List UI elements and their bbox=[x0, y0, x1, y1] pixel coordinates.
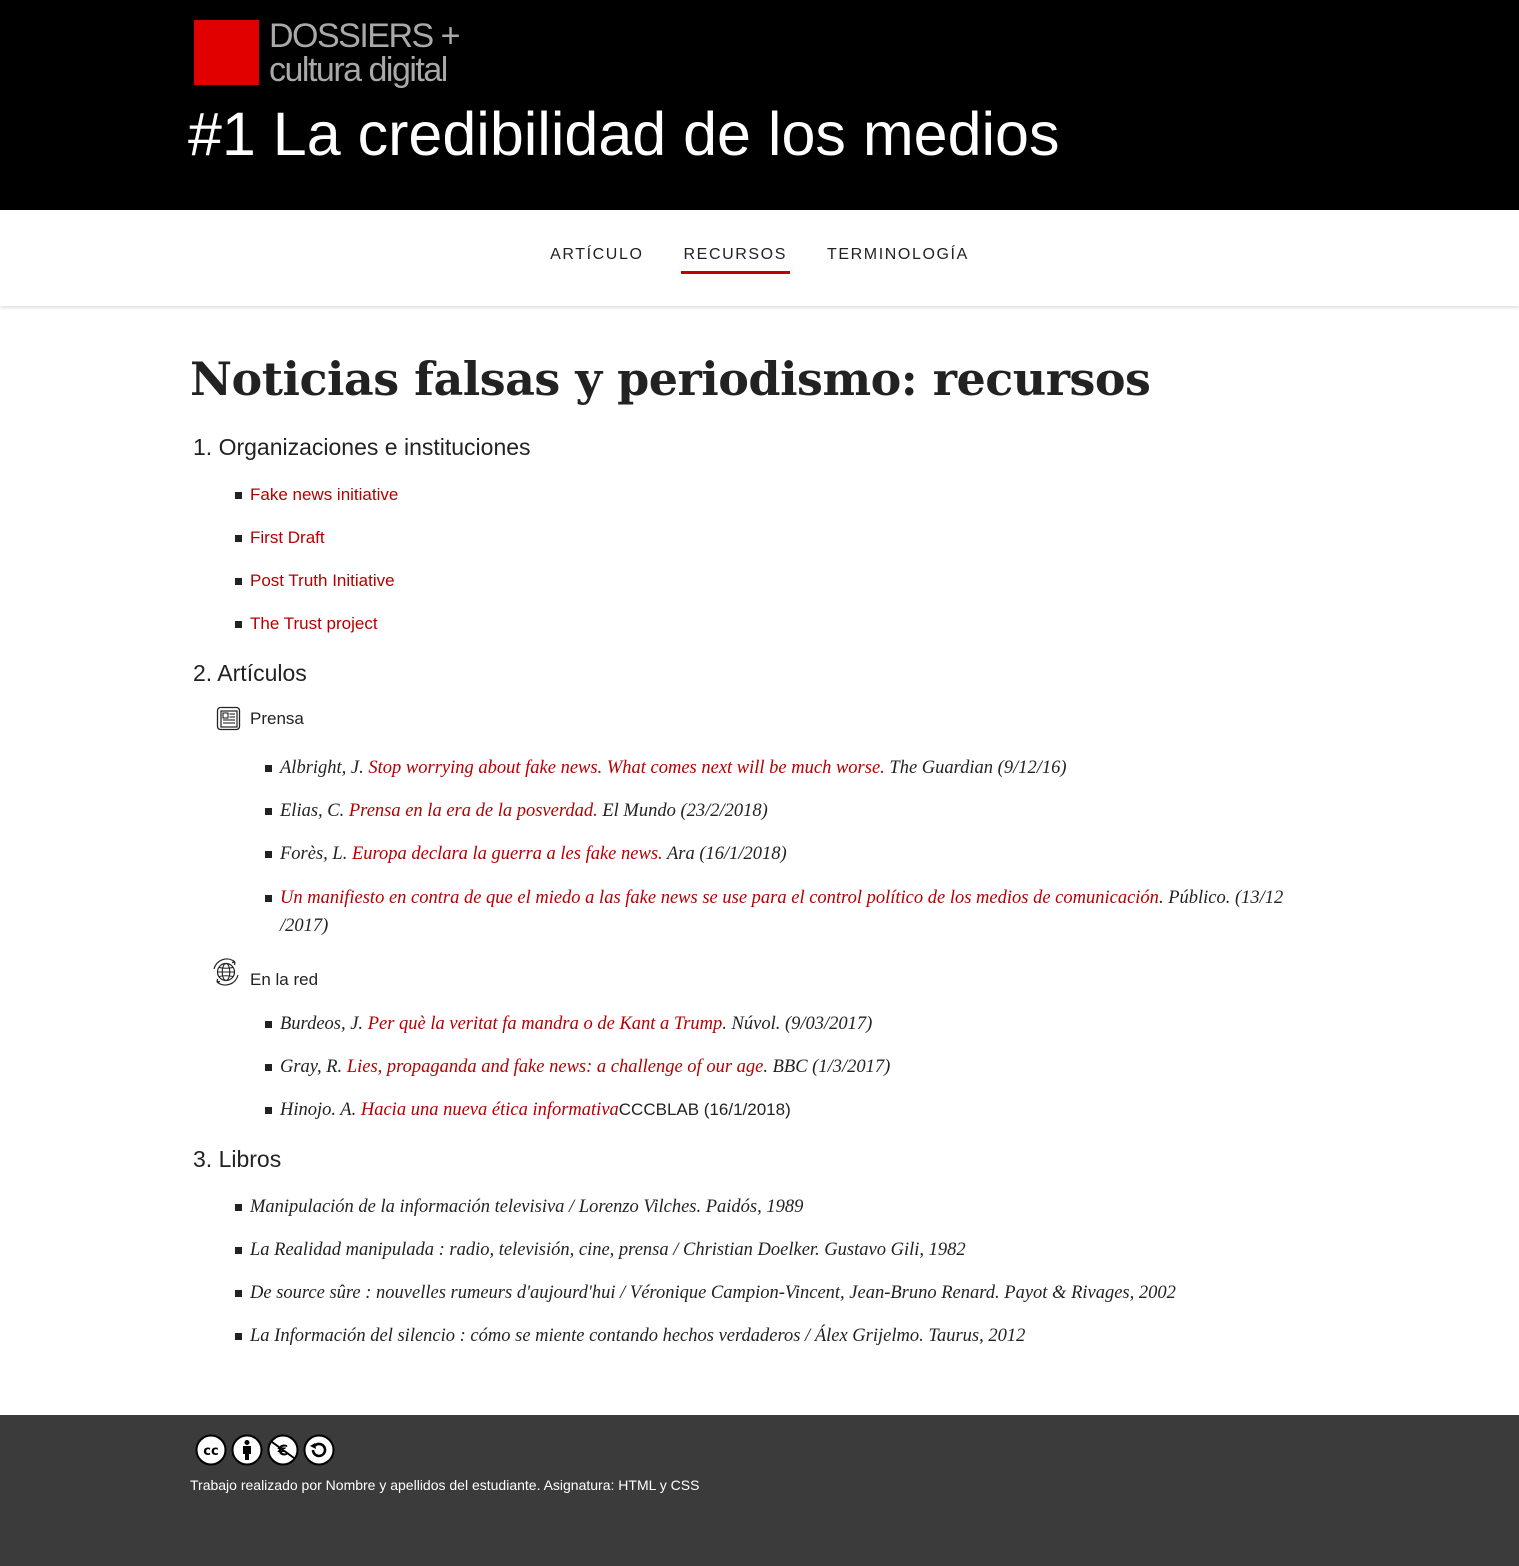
bullet bbox=[235, 1247, 242, 1254]
newspaper-icon bbox=[216, 706, 242, 732]
list-item: Gray, R. Lies, propaganda and fake news:… bbox=[265, 1053, 890, 1081]
bullet bbox=[265, 765, 272, 772]
list-item: De source sûre : nouvelles rumeurs d'auj… bbox=[235, 1279, 1176, 1307]
list-item: First Draft bbox=[235, 524, 325, 552]
page-title: Noticias falsas y periodismo: recursos bbox=[190, 352, 1151, 406]
main-nav: ARTÍCULO RECURSOS TERMINOLOGÍA bbox=[0, 210, 1519, 306]
article-link[interactable]: Un manifiesto en contra de que el miedo … bbox=[280, 888, 1159, 908]
list-item: Burdeos, J. Per què la veritat fa mandra… bbox=[265, 1010, 872, 1038]
source: . Público. (13/12 bbox=[1158, 888, 1284, 908]
author: Elias, C. bbox=[280, 801, 349, 821]
cc-icon: cc bbox=[195, 1434, 227, 1466]
bullet bbox=[235, 492, 242, 499]
bullet bbox=[265, 851, 272, 858]
article-link[interactable]: Hacia una nueva ética informativa bbox=[361, 1100, 619, 1120]
main-content: Noticias falsas y periodismo: recursos 1… bbox=[0, 306, 1519, 1415]
source: El Mundo (23/2/2018) bbox=[597, 801, 768, 821]
section-heading-articulos: 2. Artículos bbox=[193, 660, 307, 686]
bullet bbox=[265, 808, 272, 815]
by-icon bbox=[231, 1434, 263, 1466]
author: Forès, L. bbox=[280, 844, 352, 864]
book-entry: Manipulación de la información televisiv… bbox=[250, 1197, 804, 1217]
nav-articulo[interactable]: ARTÍCULO bbox=[550, 210, 643, 276]
site-header: DOSSIERS + cultura digital #1 La credibi… bbox=[0, 0, 1519, 210]
sa-icon bbox=[303, 1434, 335, 1466]
footer-credits: Trabajo realizado por Nombre y apellidos… bbox=[190, 1477, 700, 1493]
link-trust-project[interactable]: The Trust project bbox=[250, 614, 378, 633]
logo-text: DOSSIERS + cultura digital bbox=[269, 17, 461, 89]
source: CCCBLAB (16/1/2018) bbox=[618, 1100, 791, 1119]
article-link[interactable]: Prensa en la era de la posverdad. bbox=[349, 801, 598, 821]
cc-license-badge[interactable]: cc € bbox=[195, 1434, 339, 1466]
link-first-draft[interactable]: First Draft bbox=[250, 528, 325, 547]
list-item: Fake news initiative bbox=[235, 481, 398, 509]
author: Hinojo. A. bbox=[280, 1100, 361, 1120]
author: Gray, R. bbox=[280, 1057, 347, 1077]
source: Ara (16/1/2018) bbox=[662, 844, 787, 864]
nav-recursos[interactable]: RECURSOS bbox=[680, 210, 791, 276]
bullet bbox=[235, 578, 242, 585]
article-link[interactable]: Stop worrying about fake news. What come… bbox=[368, 758, 884, 778]
list-item: La Información del silencio : cómo se mi… bbox=[235, 1322, 1025, 1350]
source-continued: /2017) bbox=[280, 916, 329, 936]
en-la-red-label: En la red bbox=[250, 970, 319, 989]
book-entry: La Información del silencio : cómo se mi… bbox=[250, 1326, 1026, 1346]
article-link[interactable]: Per què la veritat fa mandra o de Kant a… bbox=[368, 1014, 723, 1034]
bullet bbox=[235, 621, 242, 628]
svg-text:cc: cc bbox=[203, 1444, 218, 1459]
article-link[interactable]: Lies, propaganda and fake news: a challe… bbox=[347, 1057, 764, 1077]
article-link[interactable]: Europa declara la guerra a les fake news… bbox=[352, 844, 663, 864]
bullet bbox=[235, 535, 242, 542]
bullet bbox=[235, 1290, 242, 1297]
prensa-label: Prensa bbox=[250, 709, 304, 728]
list-item: Un manifiesto en contra de que el miedo … bbox=[265, 884, 1335, 940]
globe-icon bbox=[210, 956, 242, 988]
bullet bbox=[235, 1333, 242, 1340]
list-item: Elias, C. Prensa en la era de la posverd… bbox=[265, 797, 768, 825]
source: The Guardian (9/12/16) bbox=[884, 758, 1067, 778]
list-item: Albright, J. Stop worrying about fake ne… bbox=[265, 754, 1067, 782]
en-la-red-heading: En la red bbox=[210, 954, 318, 990]
site-logo[interactable]: DOSSIERS + cultura digital bbox=[194, 17, 461, 89]
list-item: The Trust project bbox=[235, 610, 378, 638]
logo-line-1: DOSSIERS + bbox=[269, 17, 461, 55]
list-item: Forès, L. Europa declara la guerra a les… bbox=[265, 840, 787, 868]
prensa-heading: Prensa bbox=[216, 706, 304, 732]
book-entry: De source sûre : nouvelles rumeurs d'auj… bbox=[250, 1283, 1176, 1303]
bullet bbox=[265, 1021, 272, 1028]
bullet bbox=[235, 1204, 242, 1211]
nc-eu-icon: € bbox=[267, 1434, 299, 1466]
source: . BBC (1/3/2017) bbox=[763, 1057, 891, 1077]
list-item: La Realidad manipulada : radio, televisi… bbox=[235, 1236, 966, 1264]
bullet bbox=[265, 1064, 272, 1071]
link-post-truth-initiative[interactable]: Post Truth Initiative bbox=[250, 571, 395, 590]
list-item: Hinojo. A. Hacia una nueva ética informa… bbox=[265, 1096, 791, 1124]
source: . Núvol. (9/03/2017) bbox=[722, 1014, 873, 1034]
book-entry: La Realidad manipulada : radio, televisi… bbox=[250, 1240, 966, 1260]
section-heading-libros: 3. Libros bbox=[193, 1146, 282, 1172]
author: Burdeos, J. bbox=[280, 1014, 368, 1034]
site-title: #1 La credibilidad de los medios bbox=[188, 100, 1060, 168]
nav-terminologia[interactable]: TERMINOLOGÍA bbox=[827, 210, 969, 276]
bullet bbox=[265, 895, 272, 902]
logo-red-square bbox=[194, 20, 259, 85]
list-item: Post Truth Initiative bbox=[235, 567, 395, 595]
list-item: Manipulación de la información televisiv… bbox=[235, 1193, 803, 1221]
author: Albright, J. bbox=[280, 758, 369, 778]
section-heading-organizaciones: 1. Organizaciones e instituciones bbox=[193, 434, 531, 460]
link-fake-news-initiative[interactable]: Fake news initiative bbox=[250, 485, 398, 504]
bullet bbox=[265, 1107, 272, 1114]
logo-line-2: cultura digital bbox=[269, 51, 448, 89]
site-footer: cc € Trabajo realizado por Nomb bbox=[0, 1415, 1519, 1566]
